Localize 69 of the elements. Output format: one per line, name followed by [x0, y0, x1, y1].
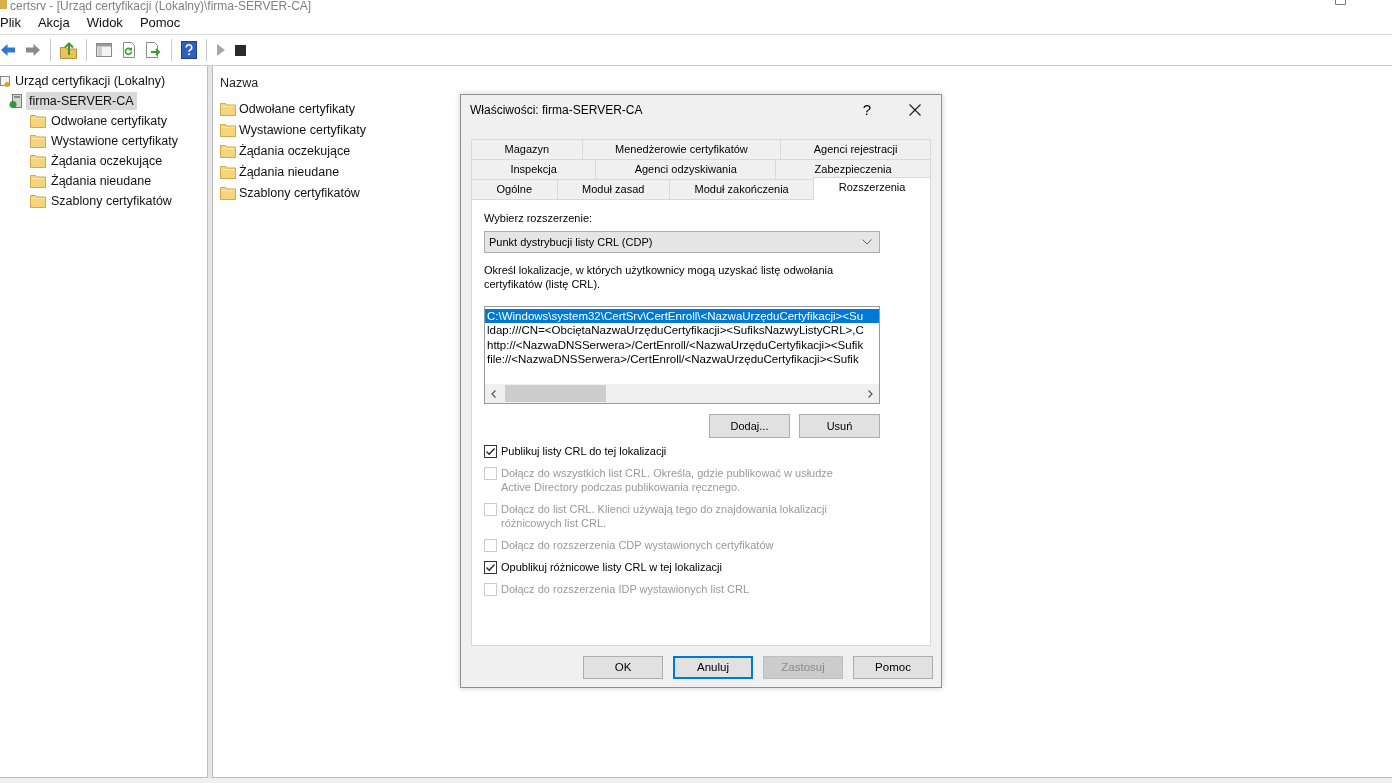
- server-icon: [8, 93, 24, 109]
- tree-item[interactable]: Odwołane certyfikaty: [48, 112, 171, 130]
- tree-item[interactable]: firma-SERVER-CA: [26, 92, 137, 110]
- tab[interactable]: Inspekcja: [471, 159, 597, 179]
- checkbox[interactable]: [484, 561, 497, 574]
- maximize-icon[interactable]: [1335, 0, 1346, 5]
- window-title: certsrv - [Urząd certyfikacji (Lokalny)\firma-SERVER-CA]: [10, 0, 312, 12]
- tab[interactable]: Rozszerzenia: [813, 177, 931, 200]
- folder-icon: [30, 114, 46, 128]
- horizontal-scrollbar[interactable]: [485, 384, 879, 403]
- menu-item[interactable]: Plik: [0, 13, 21, 33]
- menu-item[interactable]: Pomoc: [139, 13, 181, 33]
- checkbox-label[interactable]: Opublikuj różnicowe listy CRL w tej lokalizacji: [501, 560, 722, 574]
- tab[interactable]: Magazyn: [471, 139, 583, 159]
- folder-arrow-icon[interactable]: [60, 41, 77, 59]
- tree-item[interactable]: Urząd certyfikacji (Lokalny): [12, 72, 169, 90]
- folder-icon: [30, 174, 46, 188]
- dialog-title: Właściwości: firma-SERVER-CA: [470, 102, 644, 119]
- back-arrow-icon[interactable]: [0, 42, 16, 58]
- chevron-icon: [862, 239, 872, 245]
- checkbox-label[interactable]: Publikuj listy CRL do tej lokalizacji: [501, 444, 667, 458]
- description-text: Określ lokalizacje, w których użytkownicy mogą uzyskać listę odwołania certyfikatów (listę CRL).: [484, 263, 835, 291]
- folder-icon: [30, 154, 46, 168]
- help-button[interactable]: ?: [862, 102, 871, 118]
- folder-icon: [30, 134, 46, 148]
- app-icon: [0, 0, 7, 9]
- list-item[interactable]: Wystawione certyfikaty: [239, 121, 366, 138]
- tree-item[interactable]: Żądania nieudane: [48, 172, 155, 190]
- tree-item[interactable]: Wystawione certyfikaty: [48, 132, 181, 150]
- remove-button[interactable]: Usuń: [799, 414, 880, 438]
- panel-icon[interactable]: [96, 42, 112, 58]
- folder-icon: [220, 164, 236, 179]
- tree-item[interactable]: Szablony certyfikatów: [48, 192, 175, 210]
- help-icon[interactable]: [181, 41, 197, 59]
- close-icon[interactable]: [909, 104, 921, 116]
- location-item[interactable]: http://<NazwaDNSSerwera>/CertEnroll/<NazwaUrzęduCertyfikacji><Sufik: [485, 337, 879, 352]
- tab[interactable]: Zabezpieczenia: [775, 159, 931, 179]
- stop-icon[interactable]: [235, 44, 246, 56]
- refresh-icon[interactable]: [121, 42, 137, 58]
- list-item[interactable]: Żądania oczekujące: [239, 142, 351, 159]
- ok-button[interactable]: OK: [583, 656, 663, 679]
- document-arrow-icon[interactable]: [146, 42, 162, 58]
- folder-icon: [220, 122, 236, 137]
- cancel-button[interactable]: Anuluj: [673, 656, 753, 679]
- list-box[interactable]: [484, 306, 880, 404]
- tab[interactable]: Ogólne: [471, 179, 558, 199]
- menu-item[interactable]: Akcja: [37, 13, 70, 33]
- scroll-right-icon[interactable]: [868, 389, 873, 398]
- column-header[interactable]: Nazwa: [220, 75, 259, 91]
- checkbox[interactable]: [484, 445, 497, 458]
- add-button[interactable]: Dodaj...: [709, 414, 790, 438]
- location-item[interactable]: ldap:///CN=<ObciętaNazwaUrzęduCertyfikacji><SufiksNazwyListyCRL>,C: [485, 323, 879, 338]
- tab[interactable]: Agenci rejestracji: [780, 139, 931, 159]
- help-button[interactable]: Pomoc: [853, 656, 933, 679]
- list-item[interactable]: Szablony certyfikatów: [239, 184, 360, 201]
- folder-icon: [220, 101, 236, 116]
- list-item[interactable]: Odwołane certyfikaty: [239, 100, 356, 117]
- location-item[interactable]: C:\Windows\system32\CertSrv\CertEnroll\<NazwaUrzęduCertyfikacji><Su: [485, 309, 879, 324]
- scroll-left-icon[interactable]: [491, 389, 496, 398]
- location-item[interactable]: file://<NazwaDNSSerwera>/CertEnroll/<NazwaUrzęduCertyfikacji><Sufik: [485, 351, 879, 367]
- list-item[interactable]: Żądania nieudane: [239, 163, 340, 180]
- folder-icon: [220, 143, 236, 158]
- dropdown[interactable]: Punkt dystrybucji listy CRL (CDP): [484, 231, 880, 253]
- field-label: Wybierz rozszerzenie:: [484, 211, 594, 225]
- folder-icon: [30, 194, 46, 208]
- menu-item[interactable]: Widok: [86, 13, 123, 33]
- scroll-thumb[interactable]: [505, 385, 606, 402]
- folder-icon: [220, 185, 236, 200]
- tree-item[interactable]: Żądania oczekujące: [48, 152, 166, 170]
